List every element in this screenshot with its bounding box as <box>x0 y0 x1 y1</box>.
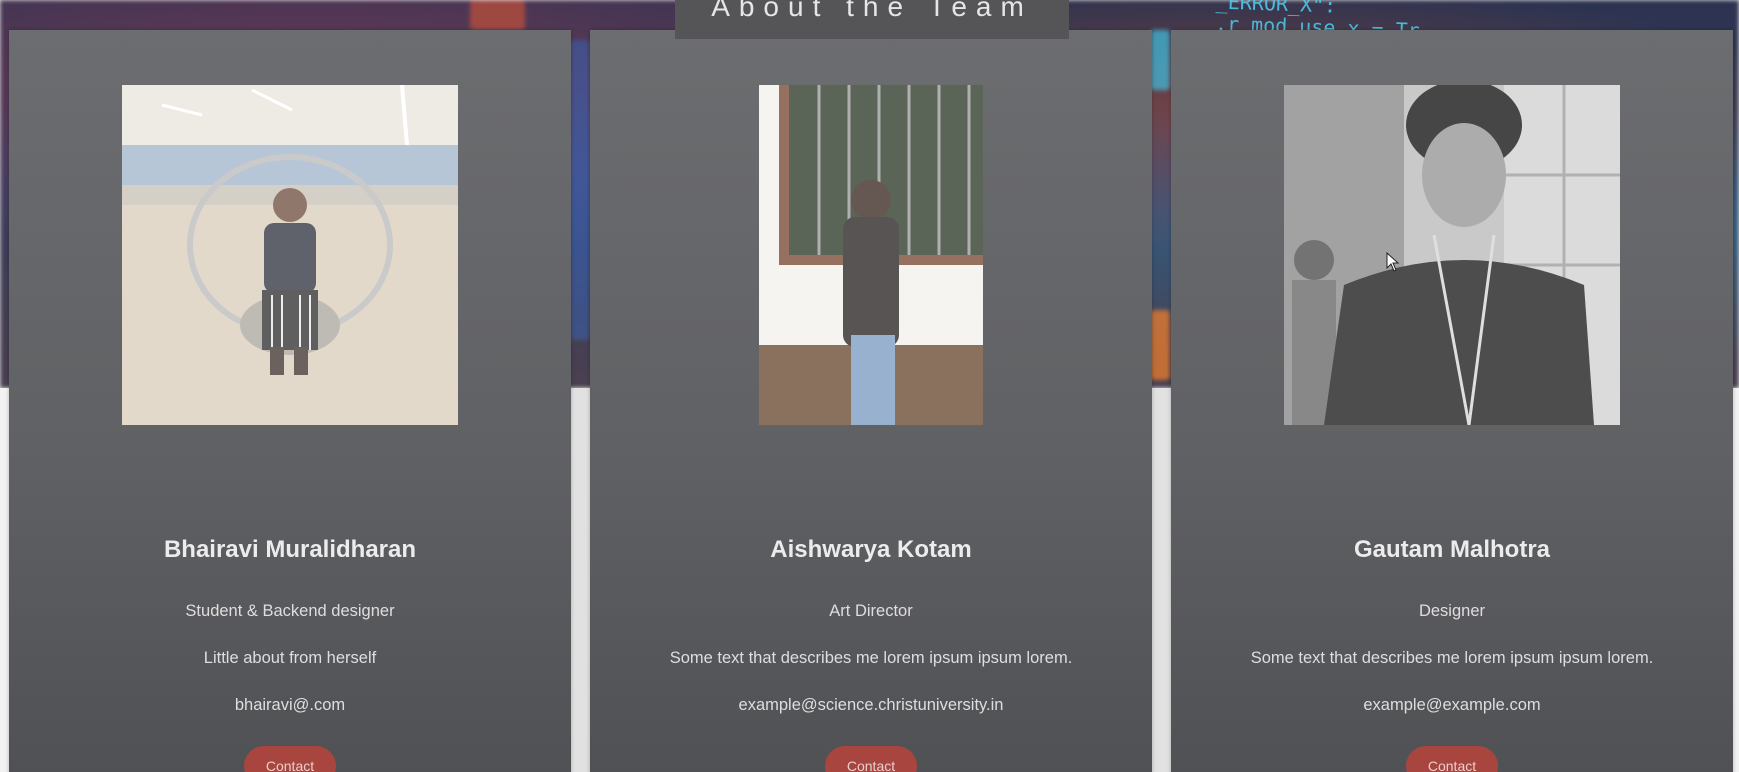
team-card: Bhairavi Muralidharan Student & Backend … <box>9 30 571 772</box>
contact-button[interactable]: Contact <box>1406 746 1498 772</box>
member-description: Little about from herself <box>203 649 377 667</box>
member-description: Some text that describes me lorem ipsum … <box>669 649 1073 667</box>
contact-button[interactable]: Contact <box>825 746 917 772</box>
contact-button[interactable]: Contact <box>244 746 336 772</box>
team-member-photo <box>122 85 458 425</box>
member-role: Art Director <box>829 602 913 620</box>
member-email: example@example.com <box>1363 696 1541 714</box>
mouse-cursor-icon <box>1386 252 1400 272</box>
photo-woman-seated <box>759 85 983 425</box>
team-card: Gautam Malhotra Designer Some text that … <box>1171 30 1733 772</box>
member-role: Designer <box>1418 602 1486 620</box>
team-cards: Bhairavi Muralidharan Student & Backend … <box>0 0 1739 772</box>
member-email: bhairavi@.com <box>234 696 346 714</box>
team-member-photo <box>759 85 983 425</box>
section-title: About the Team <box>675 0 1069 39</box>
team-member-photo <box>1284 85 1620 425</box>
member-name: Bhairavi Muralidharan <box>163 536 417 563</box>
photo-woman-in-bubble-chair <box>122 85 458 425</box>
photo-man-smiling-bw <box>1284 85 1620 425</box>
team-card: Aishwarya Kotam Art Director Some text t… <box>590 30 1152 772</box>
member-email: example@science.christuniversity.in <box>738 696 1004 714</box>
member-description: Some text that describes me lorem ipsum … <box>1250 649 1654 667</box>
member-name: Aishwarya Kotam <box>770 536 972 563</box>
page: _ERROR_X": .r_mod.use_x = Tr irror_mo <box>0 0 1739 772</box>
member-role: Student & Backend designer <box>185 602 395 620</box>
member-name: Gautam Malhotra <box>1353 536 1551 563</box>
